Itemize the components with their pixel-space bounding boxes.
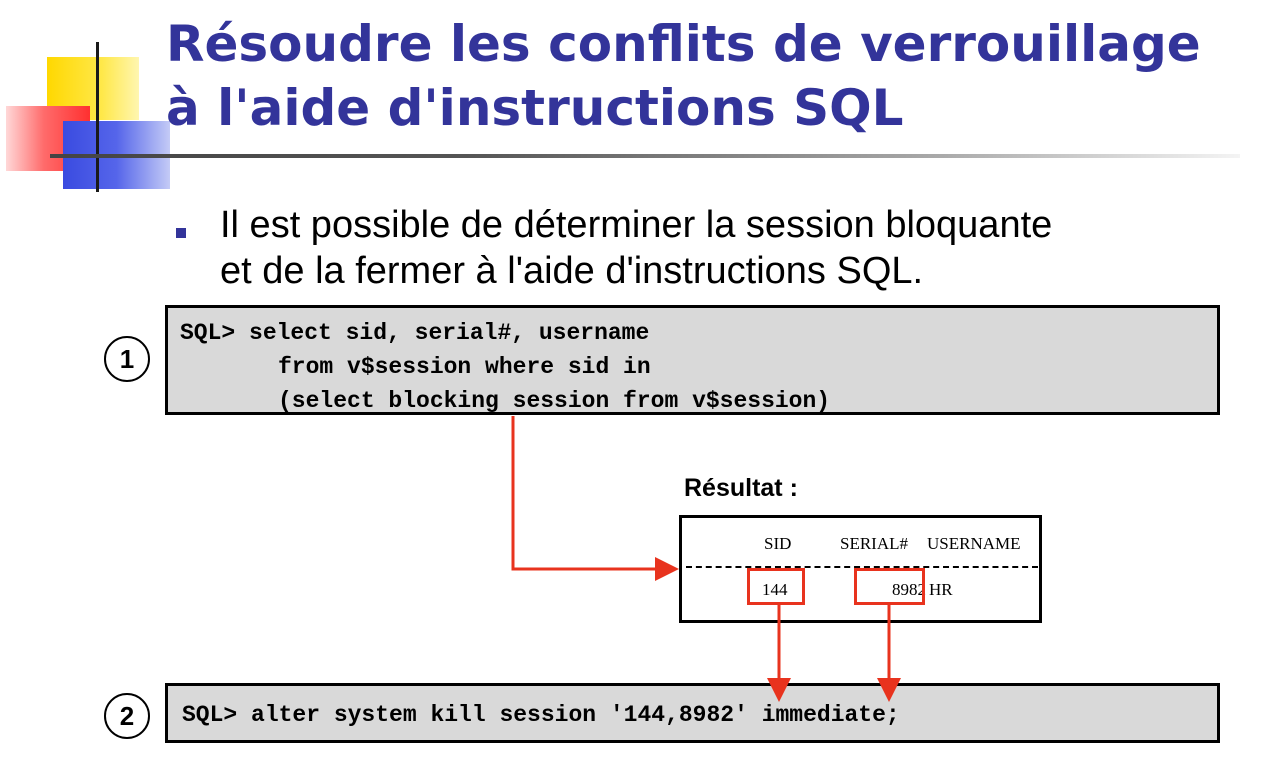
bullet-square-icon — [176, 228, 186, 238]
result-value-username: HR — [929, 580, 953, 599]
result-header-username: USERNAME — [927, 534, 1021, 553]
slide-title: Résoudre les conflits de verrouillage à … — [166, 12, 1201, 140]
result-header-sid: SID — [764, 534, 792, 553]
result-label: Résultat : — [684, 474, 798, 502]
code-line-3: (select blocking session from v$session) — [278, 388, 831, 414]
bullet-text-line-2: et de la fermer à l'aide d'instructions … — [220, 250, 924, 292]
step-2-badge: 2 — [104, 693, 150, 739]
slide-title-line-2: à l'aide d'instructions SQL — [166, 79, 904, 137]
code-line-kill: SQL> alter system kill session '144,8982… — [182, 702, 900, 728]
step-1-badge: 1 — [104, 336, 150, 382]
arrow-query-to-result — [511, 416, 679, 581]
step-1-code-block: SQL> select sid, serial#, username from v… — [165, 305, 1220, 415]
step-2-code-block: SQL> alter system kill session '144,8982… — [165, 683, 1220, 743]
code-line-1: SQL> select sid, serial#, username — [180, 320, 650, 346]
result-header-serial: SERIAL# — [840, 534, 908, 553]
bullet-text: Il est possible de déterminer la session… — [220, 202, 1052, 294]
title-underline — [50, 154, 1240, 158]
slide-title-line-1: Résoudre les conflits de verrouillage — [166, 15, 1201, 73]
sid-highlight-box — [747, 568, 805, 605]
code-line-2: from v$session where sid in — [278, 354, 651, 380]
bullet-text-line-1: Il est possible de déterminer la session… — [220, 204, 1053, 246]
serial-highlight-box — [854, 568, 925, 605]
logo-vertical-line — [96, 42, 99, 192]
